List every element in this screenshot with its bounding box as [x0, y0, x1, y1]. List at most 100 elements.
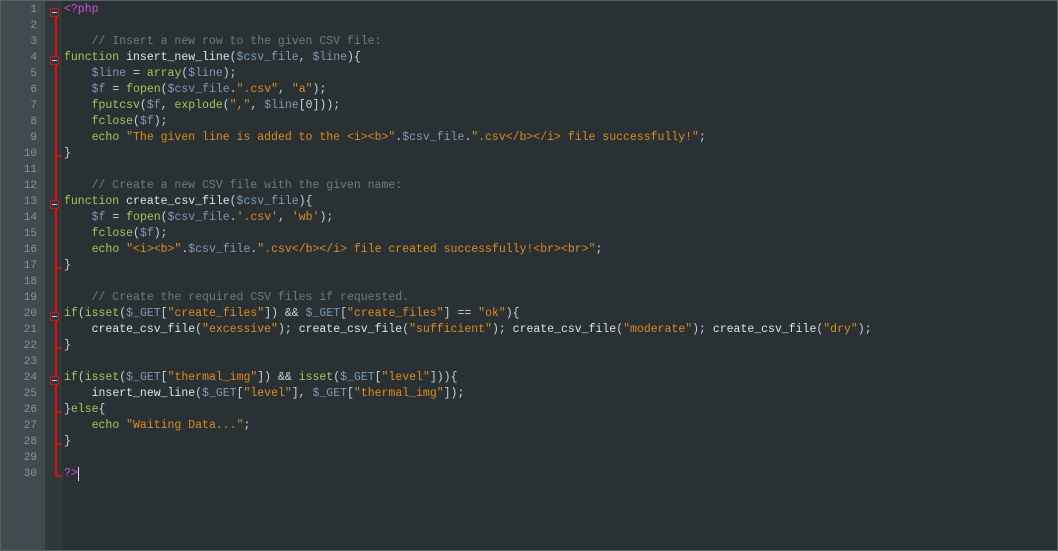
line-number: 2: [30, 20, 37, 32]
code-token: ".csv": [236, 83, 279, 96]
fold-collapse-icon[interactable]: [50, 312, 59, 321]
code-token: explode: [174, 99, 223, 112]
code-token: (: [160, 211, 168, 224]
code-token: array: [146, 67, 182, 80]
current-code-line[interactable]: ?>: [62, 466, 79, 482]
code-token: $line: [264, 99, 299, 112]
code-token: "create_files": [167, 307, 265, 320]
code-token: fputcsv: [91, 99, 140, 112]
code-token: $csv_file: [402, 131, 465, 144]
line-number: 20: [23, 308, 37, 320]
code-token: fopen: [126, 211, 161, 224]
code-token: ,: [160, 99, 175, 112]
code-token: $csv_file: [167, 83, 230, 96]
code-token: ){: [347, 51, 361, 64]
code-token: .: [229, 83, 237, 96]
line-number: 10: [23, 148, 37, 160]
line-number: 13: [23, 196, 37, 208]
fold-collapse-icon[interactable]: [50, 8, 59, 17]
code-token: (: [77, 371, 85, 384]
line-number: 22: [23, 340, 37, 352]
code-token: 'wb': [291, 211, 320, 224]
code-token: );: [153, 115, 168, 128]
code-token: (: [229, 195, 237, 208]
code-token: create_csv_file: [119, 195, 230, 208]
code-token: ,: [278, 83, 292, 96]
fold-collapse-icon[interactable]: [50, 56, 59, 65]
code-token: );: [277, 323, 299, 336]
code-token: isset: [298, 371, 334, 384]
code-token: }: [64, 259, 71, 272]
code-token: "thermal_img": [167, 371, 258, 384]
code-token: [0]));: [298, 99, 341, 112]
line-number: 6: [30, 84, 37, 96]
code-token: }: [64, 339, 71, 352]
line-number: 28: [23, 436, 37, 448]
fold-collapse-icon[interactable]: [50, 200, 59, 209]
code-token: (: [195, 323, 203, 336]
code-token: ]);: [443, 387, 465, 400]
code-token: $f: [146, 99, 161, 112]
fold-end-marker: [56, 411, 62, 413]
line-number: 17: [23, 260, 37, 272]
code-token: create_csv_file: [712, 323, 817, 336]
code-token: ",": [229, 99, 251, 112]
code-token: create_csv_file: [512, 323, 617, 336]
line-number: 19: [23, 292, 37, 304]
code-token: $_GET: [126, 371, 161, 384]
code-token: $csv_file: [236, 51, 299, 64]
code-token: $line: [91, 67, 127, 80]
code-token: (: [77, 307, 85, 320]
code-token: if: [64, 371, 78, 384]
code-token: function: [64, 195, 120, 208]
code-token: ;: [595, 243, 603, 256]
code-token: );: [491, 323, 513, 336]
code-token: (: [133, 227, 140, 240]
code-token: '.csv': [236, 211, 279, 224]
code-token: [: [374, 371, 382, 384]
line-number: 9: [30, 132, 37, 144]
line-number: 27: [23, 420, 37, 432]
code-token: "thermal_img": [353, 387, 444, 400]
code-token: ,: [278, 211, 292, 224]
line-number: 16: [23, 244, 37, 256]
code-token: echo: [91, 419, 120, 432]
code-token: create_csv_file: [91, 323, 196, 336]
fold-end-marker: [56, 267, 62, 269]
code-token: ".csv</b></i> file created successfully!…: [257, 243, 596, 256]
code-token: "level": [243, 387, 292, 400]
line-number: 11: [23, 164, 37, 176]
code-token: =: [105, 211, 127, 224]
line-number: 5: [30, 68, 37, 80]
code-token: ){: [505, 307, 520, 320]
code-token: echo: [91, 131, 120, 144]
code-token: if: [64, 307, 78, 320]
code-token: );: [692, 323, 713, 336]
code-token: else: [70, 403, 99, 416]
code-token: ]) &&: [264, 307, 306, 320]
code-token: [: [160, 371, 168, 384]
code-token: // Insert a new row to the given CSV fil…: [64, 35, 382, 48]
code-token: "a": [291, 83, 313, 96]
code-token: $line: [188, 67, 223, 80]
fold-end-marker: [56, 475, 62, 477]
code-token: $f: [139, 115, 154, 128]
code-token: (: [222, 99, 230, 112]
code-token: =: [105, 83, 127, 96]
code-token: ],: [291, 387, 313, 400]
code-token: =: [126, 67, 147, 80]
code-token: // Create the required CSV files if requ…: [64, 291, 410, 304]
code-token: [: [160, 307, 168, 320]
code-token: $_GET: [202, 387, 237, 400]
fold-collapse-icon[interactable]: [50, 376, 59, 385]
code-token: ;: [243, 419, 251, 432]
code-token: insert_new_line: [91, 387, 196, 400]
code-token: $_GET: [312, 387, 348, 400]
code-token: <?php: [64, 3, 99, 16]
code-token: "level": [381, 371, 430, 384]
